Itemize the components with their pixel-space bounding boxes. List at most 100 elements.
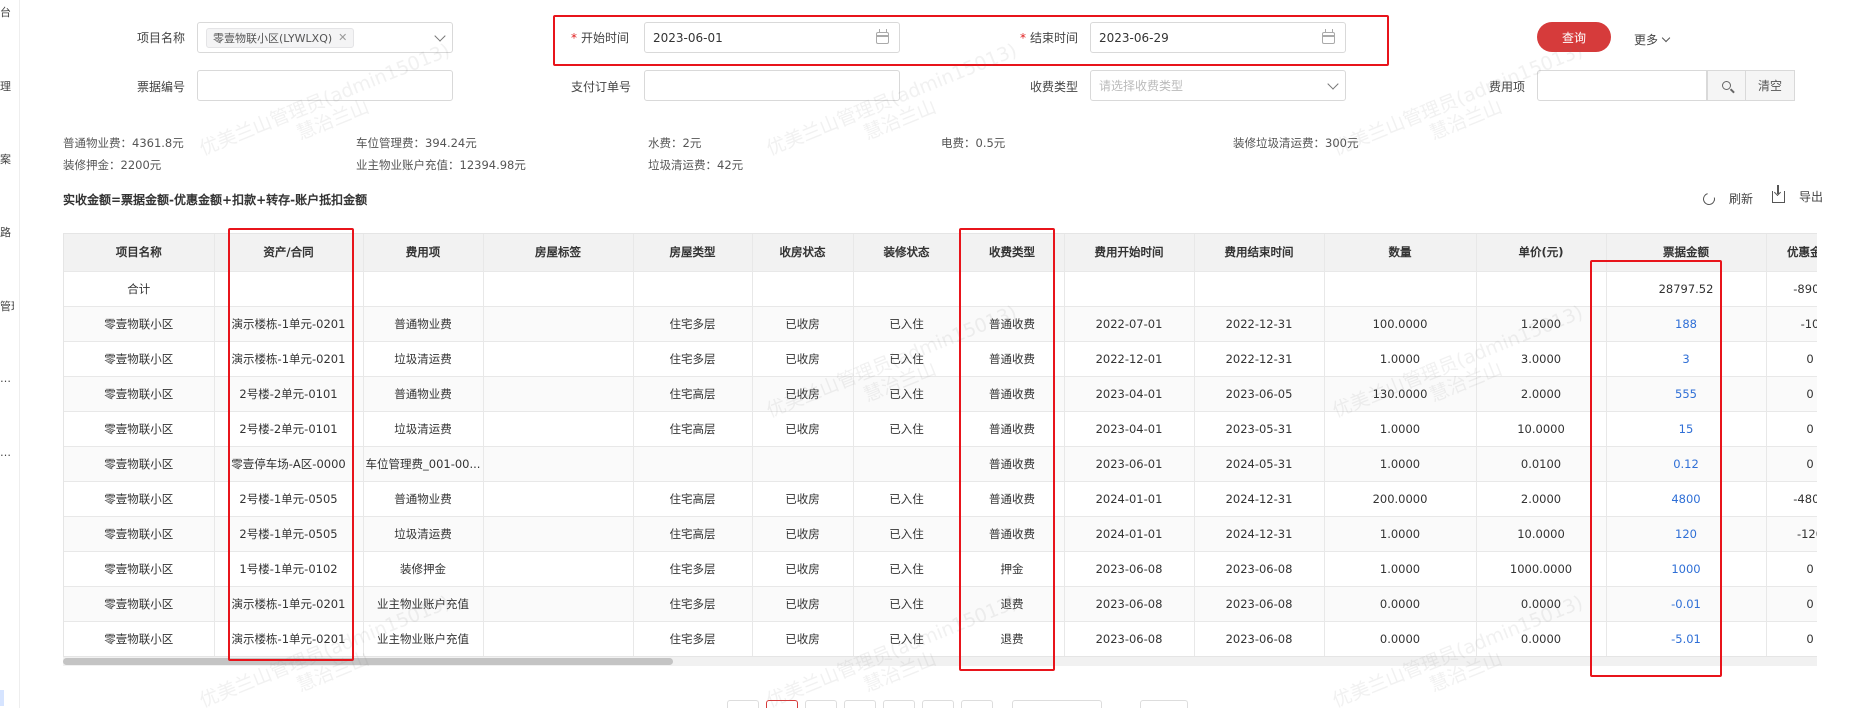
column-header-charge-type: 收费类型	[960, 234, 1065, 272]
end-date-input[interactable]: 2023-06-29	[1090, 22, 1346, 53]
cell-bill-amount[interactable]: 555	[1606, 376, 1767, 412]
sidebar-fragment[interactable]: …	[0, 372, 14, 385]
cell-quantity: 1.0000	[1324, 446, 1477, 482]
pager-next[interactable]	[961, 700, 993, 708]
cell-asset: 2号楼-1单元-0505	[214, 481, 364, 517]
summary-item: 车位管理费：394.24元	[356, 136, 477, 150]
bill-no-input[interactable]	[197, 70, 453, 101]
cell-fee-item: 装修押金	[363, 551, 484, 587]
cell-discount-amount: 0	[1766, 341, 1817, 377]
cell-project: 零壹物联小区	[64, 516, 215, 552]
project-select[interactable]: 零壹物联小区(LYWLXQ) ✕	[197, 22, 453, 53]
cell-project: 零壹物联小区	[64, 306, 215, 342]
cell-asset	[214, 271, 364, 307]
pay-order-input[interactable]	[644, 70, 900, 101]
cell-quantity	[1324, 271, 1477, 307]
cell-fee-start: 2023-04-01	[1064, 376, 1195, 412]
pager-size-select[interactable]	[1012, 700, 1102, 708]
pager-prev[interactable]	[727, 700, 759, 708]
charge-type-select[interactable]: 请选择收费类型	[1090, 70, 1346, 101]
cell-charge-type: 普通收费	[960, 446, 1065, 482]
cell-unit-price: 2.0000	[1476, 481, 1607, 517]
cell-charge-type: 普通收费	[960, 516, 1065, 552]
cell-house-tag	[483, 411, 634, 447]
cell-bill-amount[interactable]: 3	[1606, 341, 1767, 377]
pager-page[interactable]	[805, 700, 837, 708]
fee-item-input[interactable]	[1537, 70, 1707, 101]
clear-button[interactable]: 清空	[1745, 70, 1795, 101]
cell-unit-price: 0.0100	[1476, 446, 1607, 482]
table-total-row: 合计 28797.52-8902	[64, 271, 1817, 307]
cell-fee-start: 2023-06-01	[1064, 446, 1195, 482]
cell-project: 零壹物联小区	[64, 341, 215, 377]
cell-bill-amount[interactable]: 0.12	[1606, 446, 1767, 482]
scrollbar-thumb[interactable]	[63, 658, 673, 665]
cell-fee-end: 2023-06-05	[1194, 376, 1325, 412]
cell-house-type: 住宅多层	[633, 551, 753, 587]
cell-quantity: 1.0000	[1324, 516, 1477, 552]
cell-asset: 演示楼栋-1单元-0201	[214, 586, 364, 622]
cell-fee-end: 2024-12-31	[1194, 516, 1325, 552]
cell-bill-amount[interactable]: 120	[1606, 516, 1767, 552]
cell-house-tag	[483, 621, 634, 656]
cell-bill-amount[interactable]: -0.01	[1606, 586, 1767, 622]
cell-quantity: 100.0000	[1324, 306, 1477, 342]
cell-bill-amount[interactable]: 4800	[1606, 481, 1767, 517]
cell-quantity: 130.0000	[1324, 376, 1477, 412]
fee-item-search-button[interactable]	[1707, 70, 1745, 101]
cell-unit-price: 10.0000	[1476, 516, 1607, 552]
cell-project: 零壹物联小区	[64, 376, 215, 412]
search-icon	[1722, 81, 1731, 90]
sidebar-fragment[interactable]: 台	[0, 4, 14, 20]
more-toggle[interactable]: 更多	[1634, 31, 1671, 48]
cell-fee-end: 2023-06-08	[1194, 621, 1325, 656]
cell-project: 合计	[64, 271, 215, 307]
sidebar-fragment[interactable]: 路	[0, 224, 14, 240]
cell-asset: 演示楼栋-1单元-0201	[214, 621, 364, 656]
cell-unit-price: 1.2000	[1476, 306, 1607, 342]
table-row: 零壹物联小区 2号楼-2单元-0101 垃圾清运费 住宅高层 已收房 已入住 普通收费 202…	[64, 411, 1817, 447]
cell-discount-amount: 0	[1766, 586, 1817, 622]
cell-bill-amount[interactable]: 1000	[1606, 551, 1767, 587]
calendar-icon[interactable]	[876, 29, 889, 44]
cell-charge-type: 普通收费	[960, 481, 1065, 517]
cell-fee-start: 2024-01-01	[1064, 516, 1195, 552]
cell-fee-item: 业主物业账户充值	[363, 586, 484, 622]
query-button[interactable]: 查询	[1537, 22, 1611, 52]
cell-bill-amount[interactable]: -5.01	[1606, 621, 1767, 656]
export-button[interactable]: 导出	[1772, 184, 1823, 205]
cell-fee-start: 2022-07-01	[1064, 306, 1195, 342]
cell-discount-amount: -8902	[1766, 271, 1817, 307]
cell-receive-status: 已收房	[752, 586, 854, 622]
more-label: 更多	[1634, 33, 1659, 47]
cell-bill-amount[interactable]: 15	[1606, 411, 1767, 447]
start-date-input[interactable]: 2023-06-01	[644, 22, 900, 53]
sidebar-fragment[interactable]: 管理	[0, 298, 14, 314]
cell-fee-start: 2024-01-01	[1064, 481, 1195, 517]
cell-fee-end: 2022-12-31	[1194, 341, 1325, 377]
cell-house-tag	[483, 481, 634, 517]
tag-close-icon[interactable]: ✕	[338, 31, 347, 44]
pager-page[interactable]	[883, 700, 915, 708]
sidebar-fragment[interactable]: 案	[0, 151, 14, 167]
horizontal-scrollbar[interactable]	[63, 657, 1817, 666]
chevron-down-icon	[1327, 78, 1339, 90]
fee-item-label: 费用项	[1489, 80, 1526, 94]
cell-receive-status: 已收房	[752, 516, 854, 552]
sidebar-fragment[interactable]: 理	[0, 78, 14, 94]
cell-charge-type: 退费	[960, 621, 1065, 656]
pager-page-1[interactable]	[766, 700, 798, 708]
cell-asset: 演示楼栋-1单元-0201	[214, 306, 364, 342]
pager-page[interactable]	[844, 700, 876, 708]
refresh-button[interactable]: 刷新	[1700, 190, 1753, 207]
cell-project: 零壹物联小区	[64, 446, 215, 482]
pager-jump-input[interactable]	[1140, 700, 1188, 708]
cell-house-type: 住宅多层	[633, 586, 753, 622]
cell-fee-item: 垃圾清运费	[363, 411, 484, 447]
sidebar-fragment[interactable]: …	[0, 446, 14, 459]
calendar-icon[interactable]	[1322, 29, 1335, 44]
cell-project: 零壹物联小区	[64, 411, 215, 447]
pager-page[interactable]	[922, 700, 954, 708]
cell-charge-type	[960, 271, 1065, 307]
cell-bill-amount[interactable]: 188	[1606, 306, 1767, 342]
